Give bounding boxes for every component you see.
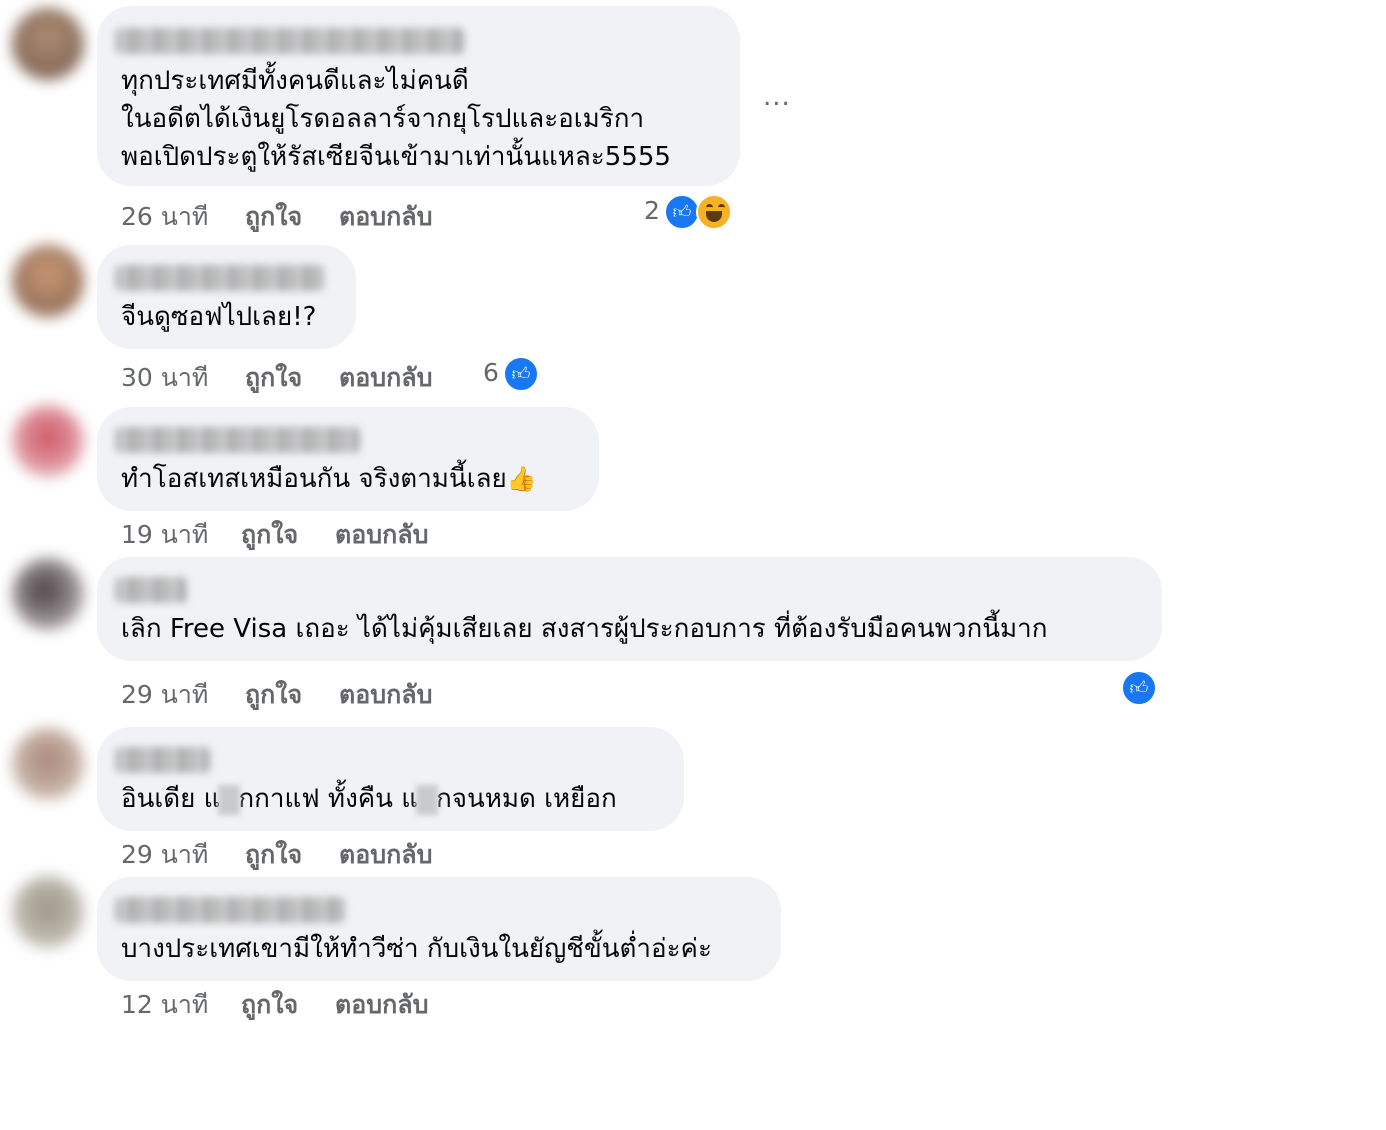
- comment-bubble: บางประเทศเขามีให้ทำวีซ่า กับเงินในยัญชีข…: [97, 877, 781, 981]
- author-name-redacted[interactable]: [115, 265, 325, 291]
- reaction-summary[interactable]: 6 👍︎: [483, 356, 543, 392]
- reaction-summary[interactable]: 👍︎: [1121, 670, 1161, 706]
- timestamp[interactable]: 26 นาที: [121, 197, 208, 237]
- avatar[interactable]: [12, 8, 84, 80]
- author-name-redacted[interactable]: [115, 28, 465, 54]
- avatar[interactable]: [12, 558, 84, 630]
- reaction-summary[interactable]: 2 👍︎: [644, 194, 736, 230]
- author-name-redacted[interactable]: [115, 897, 345, 923]
- comment-bubble: จีนดูซอฟไปเลย!?: [97, 245, 356, 349]
- timestamp[interactable]: 29 นาที: [121, 835, 208, 875]
- haha-icon: [696, 194, 732, 230]
- comment-text: เลิก Free Visa เถอะ ได้ไม่คุ้มเสียเลย สง…: [121, 614, 1048, 644]
- thumbs-up-emoji-icon: 👍: [506, 465, 537, 493]
- like-link[interactable]: ถูกใจ: [241, 985, 298, 1025]
- reply-link[interactable]: ตอบกลับ: [335, 985, 428, 1025]
- like-link[interactable]: ถูกใจ: [245, 835, 302, 875]
- like-link[interactable]: ถูกใจ: [245, 675, 302, 715]
- censored-text: [218, 784, 241, 815]
- comment-bubble: ทุกประเทศมีทั้งคนดีและไม่คนดี ในอดีตได้เง…: [97, 6, 740, 186]
- timestamp[interactable]: 12 นาที: [121, 985, 208, 1025]
- censored-text: [415, 784, 438, 815]
- reply-link[interactable]: ตอบกลับ: [335, 515, 428, 555]
- like-icon: 👍︎: [503, 356, 539, 392]
- reaction-count: 6: [483, 358, 499, 387]
- avatar[interactable]: [12, 405, 84, 477]
- reply-link[interactable]: ตอบกลับ: [339, 358, 432, 398]
- timestamp[interactable]: 19 นาที: [121, 515, 208, 555]
- comment-text: ทำโอสเทสเหมือนกัน จริงตามนี้เลย👍: [121, 464, 537, 494]
- avatar[interactable]: [12, 728, 84, 800]
- comment-bubble: เลิก Free Visa เถอะ ได้ไม่คุ้มเสียเลย สง…: [97, 557, 1162, 661]
- comment-actions: 12 นาที ถูกใจ ตอบกลับ: [121, 985, 428, 1130]
- like-icon: 👍︎: [664, 194, 700, 230]
- reply-link[interactable]: ตอบกลับ: [339, 197, 432, 237]
- avatar[interactable]: [12, 245, 84, 317]
- comment-text: อินเดีย แกกาแฟ ทั้งคืน แกจนหมด เหยือก: [121, 784, 617, 815]
- reply-link[interactable]: ตอบกลับ: [339, 835, 432, 875]
- like-link[interactable]: ถูกใจ: [245, 358, 302, 398]
- comment-bubble: ทำโอสเทสเหมือนกัน จริงตามนี้เลย👍: [97, 407, 599, 511]
- reaction-count: 2: [644, 196, 660, 225]
- reply-link[interactable]: ตอบกลับ: [339, 675, 432, 715]
- comment-text: บางประเทศเขามีให้ทำวีซ่า กับเงินในยัญชีข…: [121, 934, 712, 964]
- comment-text: จีนดูซอฟไปเลย!?: [121, 302, 317, 332]
- author-name-redacted[interactable]: [115, 577, 187, 603]
- comment-text: ทุกประเทศมีทั้งคนดีและไม่คนดี ในอดีตได้เง…: [121, 66, 671, 172]
- like-icon: 👍︎: [1121, 670, 1157, 706]
- author-name-redacted[interactable]: [115, 747, 210, 773]
- avatar[interactable]: [12, 876, 84, 948]
- like-link[interactable]: ถูกใจ: [241, 515, 298, 555]
- timestamp[interactable]: 30 นาที: [121, 358, 208, 398]
- author-name-redacted[interactable]: [115, 427, 360, 453]
- like-link[interactable]: ถูกใจ: [245, 197, 302, 237]
- more-options-icon[interactable]: ...: [763, 82, 791, 112]
- comment-bubble: อินเดีย แกกาแฟ ทั้งคืน แกจนหมด เหยือก: [97, 727, 684, 831]
- timestamp[interactable]: 29 นาที: [121, 675, 208, 715]
